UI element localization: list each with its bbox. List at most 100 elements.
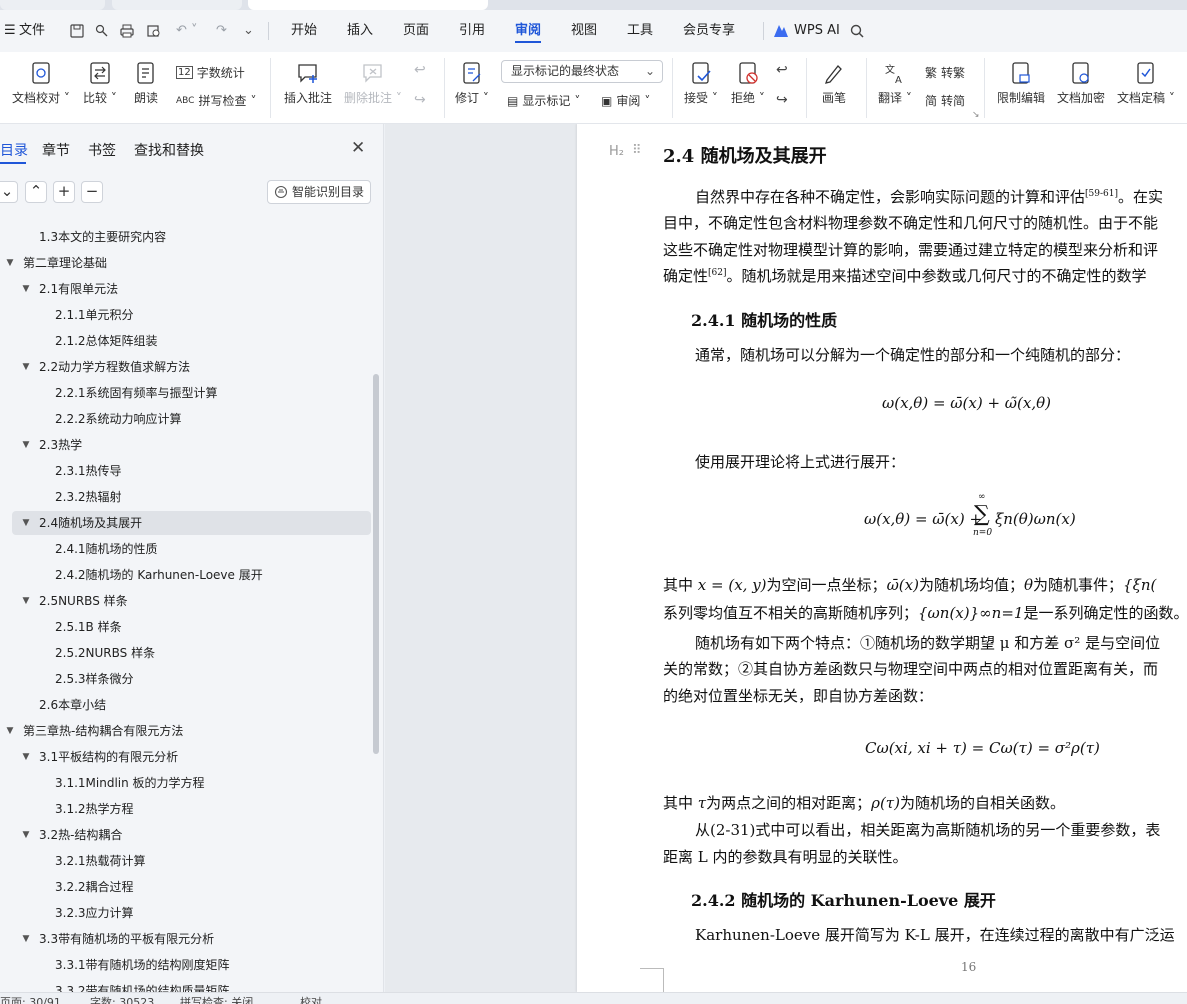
read-aloud-button[interactable]: 朗读 [134,61,158,106]
expand-caret-icon[interactable]: ▼ [21,511,31,535]
markup-state-select[interactable]: 显示标记的最终状态 ⌄ [501,60,663,83]
spell-check-button[interactable]: ABC 拼写检查 ˅ [176,92,256,109]
toc-item[interactable]: ▼ 第二章理论基础 [0,251,370,275]
word-count-button[interactable]: 12 字数统计 [176,64,245,81]
wps-ai-button[interactable]: WPS AI [794,10,840,52]
finalize-document-button[interactable]: 文档定稿 ˅ [1117,61,1175,106]
tab-references[interactable]: 引用 [459,10,485,52]
toc-item[interactable]: ▼ 3.3带有随机场的平板有限元分析 [0,927,370,951]
show-markup-button[interactable]: ▤ 显示标记 ˅ [507,92,580,109]
accept-button[interactable]: 接受 ˅ [684,61,718,106]
toc-item[interactable]: 2.1.1单元积分 [0,303,370,327]
translate-button[interactable]: 文A 翻译 ˅ [878,61,912,106]
quick-access-dropdown-icon[interactable]: ⌄ [243,10,254,52]
expand-caret-icon[interactable]: ▼ [21,745,31,769]
toc-item[interactable]: 3.1.2热学方程 [0,797,370,821]
toc-item[interactable]: ▼ 2.5NURBS 样条 [0,589,370,613]
spell-check-indicator[interactable]: 拼写检查: 关闭 [180,994,253,1004]
expand-caret-icon[interactable]: ▼ [5,719,15,743]
expand-caret-icon[interactable]: ▼ [21,433,31,457]
tab-member[interactable]: 会员专享 [683,10,735,52]
expand-caret-icon[interactable]: ▼ [5,251,15,275]
link-icon[interactable] [94,23,110,39]
previous-comment-icon[interactable]: ↩ [414,62,426,78]
toc-item[interactable]: 2.4.1随机场的性质 [0,537,370,561]
compare-button[interactable]: 比较 ˅ [83,61,117,106]
search-icon[interactable] [849,23,865,39]
toc-item[interactable]: 3.2.3应力计算 [0,901,370,925]
tab-toc[interactable]: 目录 [0,140,28,160]
toc-item[interactable]: 3.2.2耦合过程 [0,875,370,899]
toc-item[interactable]: 3.2.1热载荷计算 [0,849,370,873]
document-page[interactable]: H₂ ⠿ 2.4 随机场及其展开 自然界中存在各种不确定性，会影响实际问题的计算… [577,124,1187,992]
toc-item[interactable]: ▼ 2.4随机场及其展开 [12,511,371,535]
document-tab[interactable] [112,0,242,10]
document-tab[interactable] [0,0,105,10]
tab-home[interactable]: 开始 [291,10,317,52]
expand-caret-icon[interactable]: ▼ [21,927,31,951]
toc-item[interactable]: 2.2.2系统动力响应计算 [0,407,370,431]
toc-item[interactable]: 2.5.1B 样条 [0,615,370,639]
toc-item[interactable]: 3.3.1带有随机场的结构刚度矩阵 [0,953,370,977]
restrict-edit-button[interactable]: 限制编辑 [997,61,1045,106]
hamburger-icon[interactable]: ☰ [4,10,16,52]
toc-item[interactable]: ▼ 2.3热学 [0,433,370,457]
expand-level-icon[interactable]: + [53,181,75,203]
delete-comment-button[interactable]: 删除批注 ˅ [344,61,402,106]
save-icon[interactable] [69,23,85,39]
toc-item[interactable]: 1.3本文的主要研究内容 [0,225,370,249]
undo-icon[interactable]: ↶ ˅ [176,10,198,52]
reject-button[interactable]: 拒绝 ˅ [731,61,765,106]
tab-insert[interactable]: 插入 [347,10,373,52]
print-icon[interactable] [119,23,135,39]
page-indicator[interactable]: 页面: 30/91 [0,994,61,1004]
expand-caret-icon[interactable]: ▼ [21,589,31,613]
to-traditional-button[interactable]: 繁转繁 [925,64,965,81]
proof-indicator[interactable]: 校对 [300,994,322,1004]
toc-item[interactable]: 2.5.2NURBS 样条 [0,641,370,665]
doc-check-button[interactable]: 文档校对 ˅ [12,61,70,106]
ink-button[interactable]: 画笔 [822,61,846,106]
expand-caret-icon[interactable]: ▼ [21,823,31,847]
toc-item[interactable]: 2.2.1系统固有频率与振型计算 [0,381,370,405]
next-change-icon[interactable]: ↪ [776,92,788,108]
previous-change-icon[interactable]: ↩ [776,62,788,78]
tab-find-replace[interactable]: 查找和替换 [134,140,204,160]
encrypt-document-button[interactable]: 文档加密 [1057,61,1105,106]
collapse-level-icon[interactable]: − [81,181,103,203]
toc-item[interactable]: ▼ 第三章热-结构耦合有限元方法 [0,719,370,743]
toc-item[interactable]: 2.5.3样条微分 [0,667,370,691]
tab-review[interactable]: 审阅 [515,10,542,52]
toc-item[interactable]: 2.1.2总体矩阵组装 [0,329,370,353]
smart-toc-button[interactable]: 智能识别目录 [267,180,371,204]
toc-item[interactable]: 2.6本章小结 [0,693,370,717]
tab-page[interactable]: 页面 [403,10,429,52]
print-preview-icon[interactable] [146,23,162,39]
expand-caret-icon[interactable]: ▼ [21,277,31,301]
toc-item[interactable]: 3.3.2带有随机场的结构质量矩阵 [0,979,370,992]
file-menu[interactable]: 文件 [19,10,45,52]
toc-item[interactable]: ▼ 3.1平板结构的有限元分析 [0,745,370,769]
active-document-tab[interactable] [248,0,488,10]
close-icon[interactable]: ✕ [351,138,365,158]
tab-tools[interactable]: 工具 [627,10,653,52]
next-comment-icon[interactable]: ↪ [414,92,426,108]
tab-chapters[interactable]: 章节 [42,140,70,160]
to-simplified-button[interactable]: 简转简 [925,92,965,109]
insert-comment-button[interactable]: 插入批注 [284,61,332,106]
tab-bookmarks[interactable]: 书签 [88,140,116,160]
toc-item[interactable]: ▼ 2.2动力学方程数值求解方法 [0,355,370,379]
toc-item[interactable]: ▼ 3.2热-结构耦合 [0,823,370,847]
expand-caret-icon[interactable]: ▼ [21,355,31,379]
redo-icon[interactable]: ↷ [216,10,227,52]
toc-item[interactable]: 3.1.1Mindlin 板的力学方程 [0,771,370,795]
track-changes-button[interactable]: 修订 ˅ [455,61,489,106]
chevron-up-icon[interactable]: ⌃ [25,181,47,203]
collapse-all-icon[interactable]: ⌄ [0,181,18,203]
reviewing-pane-button[interactable]: ▣ 审阅 ˅ [601,92,650,109]
word-count-indicator[interactable]: 字数: 30523 [90,994,154,1004]
scrollbar-thumb[interactable] [373,374,379,754]
dialog-launcher-icon[interactable]: ↘ [972,110,980,120]
toc-item[interactable]: 2.4.2随机场的 Karhunen-Loeve 展开 [0,563,370,587]
toc-item[interactable]: 2.3.2热辐射 [0,485,370,509]
